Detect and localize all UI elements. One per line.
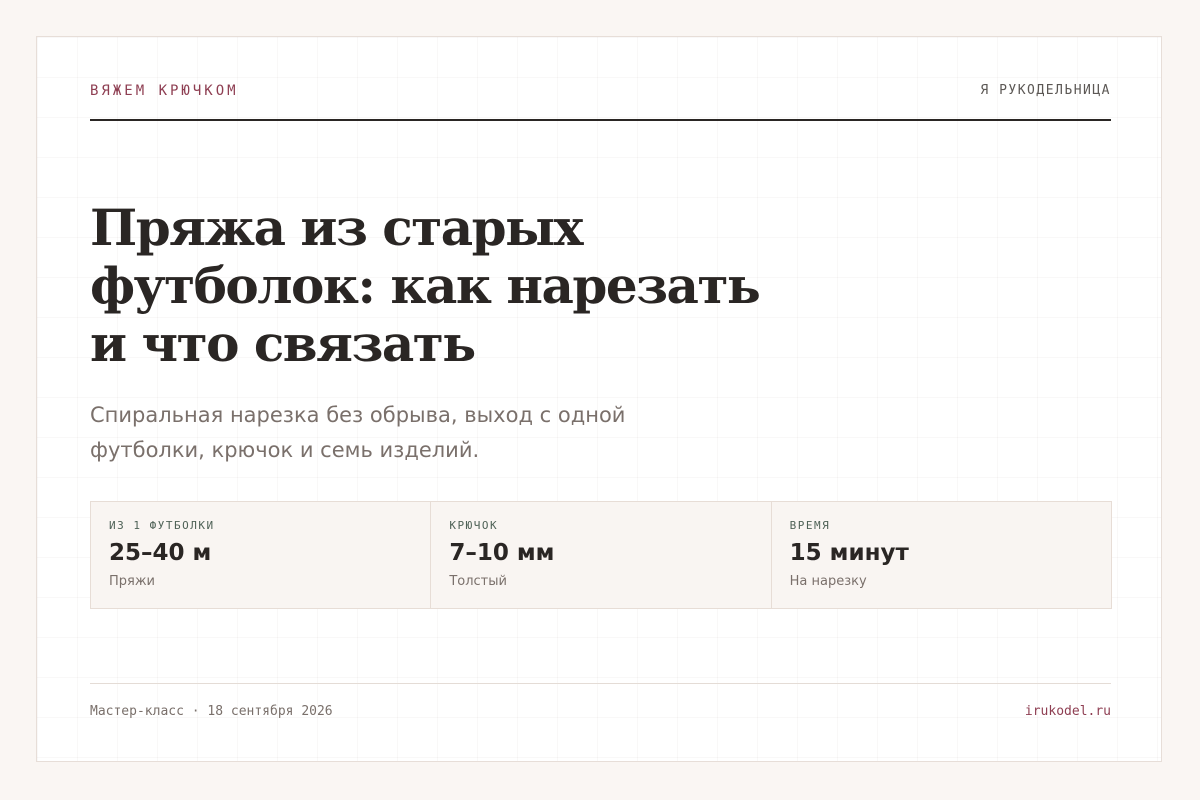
stat-value: 15 минут — [789, 540, 909, 566]
stats-panel: ИЗ 1 ФУТБОЛКИ 25–40 м Пряжи КРЮЧОК 7–10 … — [90, 501, 1112, 609]
stat-note: Пряжи — [109, 574, 156, 589]
card-header: ВЯЖЕМ КРЮЧКОМ Я РУКОДЕЛЬНИЦА — [90, 83, 1111, 121]
card-footer: Мастер-класс · 18 сентября 2026 irukodel… — [90, 683, 1111, 724]
stat-time: ВРЕМЯ 15 минут На нарезку — [770, 502, 1111, 608]
stat-label: ВРЕМЯ — [789, 519, 831, 532]
site-tag: Я РУКОДЕЛЬНИЦА — [980, 83, 1111, 98]
article-title: Пряжа из старых футболок: как нарезать и… — [90, 198, 761, 373]
stat-label: КРЮЧОК — [449, 519, 499, 532]
stat-note: На нарезку — [789, 574, 867, 589]
stat-yarn-yield: ИЗ 1 ФУТБОЛКИ 25–40 м Пряжи — [91, 502, 430, 608]
stat-value: 25–40 м — [109, 540, 212, 566]
stat-label: ИЗ 1 ФУТБОЛКИ — [109, 519, 215, 532]
stat-note: Толстый — [449, 574, 507, 589]
stat-value: 7–10 мм — [449, 540, 555, 566]
stat-hook-size: КРЮЧОК 7–10 мм Толстый — [430, 502, 770, 608]
footer-date-meta: Мастер-класс · 18 сентября 2026 — [90, 704, 333, 719]
brand-label: ВЯЖЕМ КРЮЧКОМ — [90, 83, 239, 99]
article-subtitle: Спиральная нарезка без обрыва, выход с о… — [90, 403, 626, 462]
article-card: ВЯЖЕМ КРЮЧКОМ Я РУКОДЕЛЬНИЦА Пряжа из ст… — [36, 36, 1162, 762]
footer-site-link[interactable]: irukodel.ru — [1025, 704, 1111, 720]
